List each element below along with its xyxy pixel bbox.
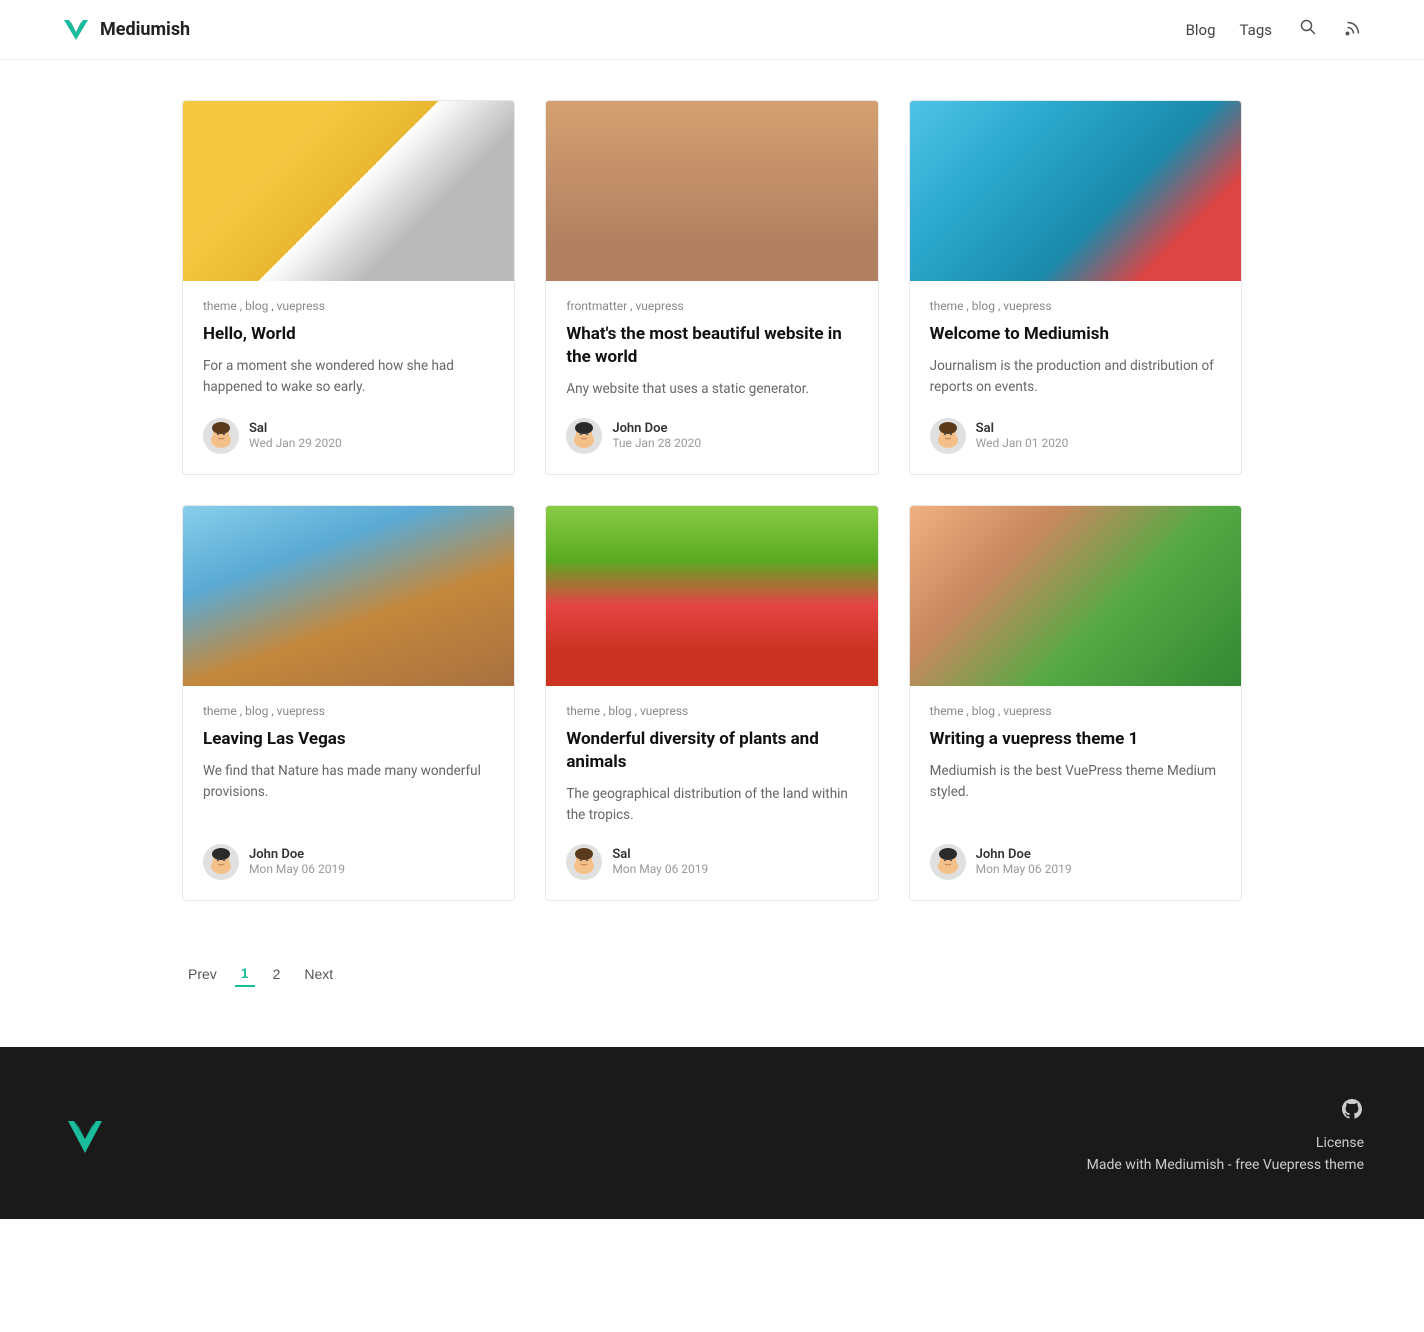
card-tags-2: frontmatter , vuepress bbox=[566, 299, 857, 313]
card-3[interactable]: theme , blog , vuepress Welcome to Mediu… bbox=[909, 100, 1242, 475]
card-author-3: Sal Wed Jan 01 2020 bbox=[930, 418, 1221, 454]
footer-right: License Made with Mediumish - free Vuepr… bbox=[1087, 1097, 1364, 1179]
card-body-5: theme , blog , vuepress Wonderful divers… bbox=[546, 686, 877, 900]
card-tags-4: theme , blog , vuepress bbox=[203, 704, 494, 718]
card-body-4: theme , blog , vuepress Leaving Las Vega… bbox=[183, 686, 514, 900]
nav-blog[interactable]: Blog bbox=[1186, 21, 1216, 39]
card-title-5: Wonderful diversity of plants and animal… bbox=[566, 728, 857, 774]
page-1-button[interactable]: 1 bbox=[235, 961, 255, 987]
card-excerpt-6: Mediumish is the best VuePress theme Med… bbox=[930, 761, 1221, 826]
card-title-6: Writing a vuepress theme 1 bbox=[930, 728, 1221, 751]
card-title-3: Welcome to Mediumish bbox=[930, 323, 1221, 346]
cards-grid: theme , blog , vuepress Hello, World For… bbox=[182, 100, 1242, 901]
author-info-5: Sal Mon May 06 2019 bbox=[612, 847, 708, 876]
author-info-2: John Doe Tue Jan 28 2020 bbox=[612, 421, 701, 450]
page-2-button[interactable]: 2 bbox=[267, 962, 287, 986]
card-title-1: Hello, World bbox=[203, 323, 494, 346]
author-name-5: Sal bbox=[612, 847, 708, 862]
nav-tags[interactable]: Tags bbox=[1240, 21, 1272, 39]
card-image-5 bbox=[546, 506, 877, 686]
card-image-4 bbox=[183, 506, 514, 686]
footer-logo-area bbox=[60, 1111, 110, 1165]
author-avatar-3 bbox=[930, 418, 966, 454]
card-4[interactable]: theme , blog , vuepress Leaving Las Vega… bbox=[182, 505, 515, 901]
author-avatar-1 bbox=[203, 418, 239, 454]
card-image-3 bbox=[910, 101, 1241, 281]
github-icon[interactable] bbox=[1340, 1097, 1364, 1127]
card-2[interactable]: frontmatter , vuepress What's the most b… bbox=[545, 100, 878, 475]
card-author-4: John Doe Mon May 06 2019 bbox=[203, 844, 494, 880]
author-name-1: Sal bbox=[249, 421, 342, 436]
card-excerpt-4: We find that Nature has made many wonder… bbox=[203, 761, 494, 826]
author-info-4: John Doe Mon May 06 2019 bbox=[249, 847, 345, 876]
author-date-2: Tue Jan 28 2020 bbox=[612, 436, 701, 450]
card-excerpt-2: Any website that uses a static generator… bbox=[566, 379, 857, 400]
card-author-2: John Doe Tue Jan 28 2020 bbox=[566, 418, 857, 454]
card-tags-6: theme , blog , vuepress bbox=[930, 704, 1221, 718]
card-tags-1: theme , blog , vuepress bbox=[203, 299, 494, 313]
main-nav: Blog Tags bbox=[1186, 15, 1364, 44]
author-info-3: Sal Wed Jan 01 2020 bbox=[976, 421, 1069, 450]
card-image-6 bbox=[910, 506, 1241, 686]
author-date-6: Mon May 06 2019 bbox=[976, 862, 1072, 876]
license-link[interactable]: License bbox=[1316, 1135, 1364, 1151]
card-body-2: frontmatter , vuepress What's the most b… bbox=[546, 281, 877, 474]
card-6[interactable]: theme , blog , vuepress Writing a vuepre… bbox=[909, 505, 1242, 901]
author-info-6: John Doe Mon May 06 2019 bbox=[976, 847, 1072, 876]
card-author-6: John Doe Mon May 06 2019 bbox=[930, 844, 1221, 880]
site-footer: License Made with Mediumish - free Vuepr… bbox=[0, 1047, 1424, 1219]
logo-text[interactable]: Mediumish bbox=[100, 19, 190, 40]
search-icon bbox=[1300, 19, 1316, 35]
card-excerpt-5: The geographical distribution of the lan… bbox=[566, 784, 857, 826]
logo-icon bbox=[60, 14, 92, 46]
main-content: theme , blog , vuepress Hello, World For… bbox=[162, 60, 1262, 1047]
author-avatar-4 bbox=[203, 844, 239, 880]
author-date-5: Mon May 06 2019 bbox=[612, 862, 708, 876]
card-tags-3: theme , blog , vuepress bbox=[930, 299, 1221, 313]
search-button[interactable] bbox=[1296, 15, 1320, 44]
card-body-6: theme , blog , vuepress Writing a vuepre… bbox=[910, 686, 1241, 900]
card-body-1: theme , blog , vuepress Hello, World For… bbox=[183, 281, 514, 474]
author-avatar-6 bbox=[930, 844, 966, 880]
card-5[interactable]: theme , blog , vuepress Wonderful divers… bbox=[545, 505, 878, 901]
author-name-3: Sal bbox=[976, 421, 1069, 436]
card-body-3: theme , blog , vuepress Welcome to Mediu… bbox=[910, 281, 1241, 474]
github-svg bbox=[1340, 1097, 1364, 1121]
author-name-6: John Doe bbox=[976, 847, 1072, 862]
site-header: Mediumish Blog Tags bbox=[0, 0, 1424, 60]
author-avatar-2 bbox=[566, 418, 602, 454]
author-date-1: Wed Jan 29 2020 bbox=[249, 436, 342, 450]
author-date-4: Mon May 06 2019 bbox=[249, 862, 345, 876]
card-1[interactable]: theme , blog , vuepress Hello, World For… bbox=[182, 100, 515, 475]
card-author-1: Sal Wed Jan 29 2020 bbox=[203, 418, 494, 454]
rss-icon[interactable] bbox=[1344, 17, 1364, 42]
author-avatar-5 bbox=[566, 844, 602, 880]
card-image-1 bbox=[183, 101, 514, 281]
footer-logo-icon bbox=[60, 1111, 110, 1161]
card-author-5: Sal Mon May 06 2019 bbox=[566, 844, 857, 880]
prev-button[interactable]: Prev bbox=[182, 962, 223, 986]
rss-svg bbox=[1344, 17, 1364, 37]
card-excerpt-1: For a moment she wondered how she had ha… bbox=[203, 356, 494, 400]
card-title-2: What's the most beautiful website in the… bbox=[566, 323, 857, 369]
author-name-4: John Doe bbox=[249, 847, 345, 862]
author-date-3: Wed Jan 01 2020 bbox=[976, 436, 1069, 450]
card-image-2 bbox=[546, 101, 877, 281]
card-title-4: Leaving Las Vegas bbox=[203, 728, 494, 751]
card-tags-5: theme , blog , vuepress bbox=[566, 704, 857, 718]
logo-area: Mediumish bbox=[60, 14, 190, 46]
next-button[interactable]: Next bbox=[298, 962, 339, 986]
made-with-link[interactable]: Made with Mediumish - free Vuepress them… bbox=[1087, 1157, 1364, 1173]
author-info-1: Sal Wed Jan 29 2020 bbox=[249, 421, 342, 450]
author-name-2: John Doe bbox=[612, 421, 701, 436]
pagination: Prev 1 2 Next bbox=[182, 951, 1242, 987]
card-excerpt-3: Journalism is the production and distrib… bbox=[930, 356, 1221, 400]
